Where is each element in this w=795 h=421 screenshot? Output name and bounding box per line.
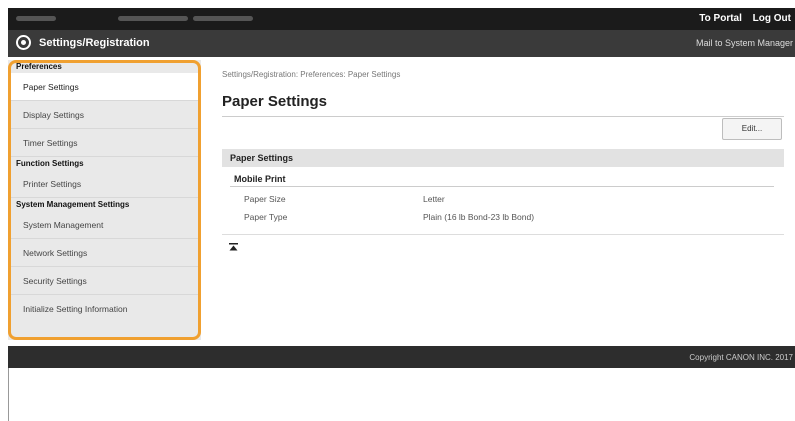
paper-type-label: Paper Type — [244, 212, 288, 222]
paper-size-label: Paper Size — [244, 194, 286, 204]
paper-size-value: Letter — [423, 194, 445, 204]
app-title: Settings/Registration — [39, 37, 150, 49]
settings-logo-icon — [16, 35, 31, 50]
sidebar-item-initialize-setting-information[interactable]: Initialize Setting Information — [8, 295, 201, 323]
mail-to-system-manager-link[interactable]: Mail to System Manager — [696, 38, 793, 48]
back-to-top-icon[interactable] — [229, 243, 238, 252]
section-header-paper-settings: Paper Settings — [222, 149, 784, 167]
sidebar: Preferences Paper Settings Display Setti… — [8, 60, 201, 340]
device-name-blurred — [16, 16, 56, 21]
breadcrumb: Settings/Registration: Preferences: Pape… — [222, 70, 401, 79]
sidebar-item-timer-settings[interactable]: Timer Settings — [8, 129, 201, 157]
page-blank-area — [8, 368, 795, 421]
sidebar-section-function-settings: Function Settings — [16, 159, 84, 168]
sidebar-item-display-settings[interactable]: Display Settings — [8, 101, 201, 129]
sidebar-item-system-management[interactable]: System Management — [8, 211, 201, 239]
top-bar: To Portal Log Out — [8, 8, 795, 30]
subsection-mobile-print: Mobile Print — [234, 174, 286, 184]
content-divider — [222, 234, 784, 235]
sidebar-item-security-settings[interactable]: Security Settings — [8, 267, 201, 295]
sidebar-section-preferences: Preferences — [16, 62, 62, 71]
main-content: Settings/Registration: Preferences: Pape… — [222, 70, 784, 251]
device-info-blurred — [193, 16, 253, 21]
subsection-divider — [230, 186, 774, 187]
page-title: Paper Settings — [222, 93, 328, 110]
title-bar: Settings/Registration Mail to System Man… — [8, 30, 795, 57]
paper-type-value: Plain (16 lb Bond-23 lb Bond) — [423, 212, 535, 222]
sidebar-section-system-management-settings: System Management Settings — [16, 200, 130, 209]
edit-button[interactable]: Edit... — [722, 118, 782, 140]
title-divider — [222, 116, 784, 117]
sidebar-item-paper-settings[interactable]: Paper Settings — [8, 73, 201, 101]
footer: Copyright CANON INC. 2017 — [8, 346, 795, 368]
to-portal-link[interactable]: To Portal — [699, 13, 742, 24]
sidebar-item-network-settings[interactable]: Network Settings — [8, 239, 201, 267]
device-info-blurred — [118, 16, 188, 21]
logout-link[interactable]: Log Out — [753, 13, 791, 24]
sidebar-item-printer-settings[interactable]: Printer Settings — [8, 170, 201, 198]
copyright: Copyright CANON INC. 2017 — [689, 353, 793, 362]
